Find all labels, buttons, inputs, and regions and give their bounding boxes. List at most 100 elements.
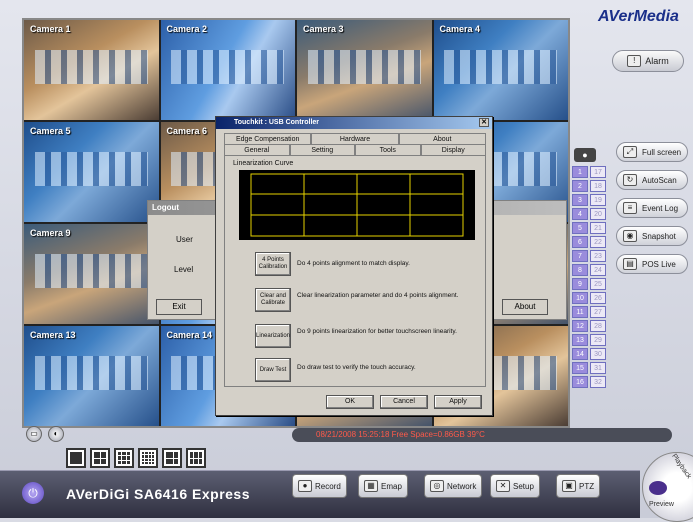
about-button[interactable]: About — [502, 299, 548, 315]
pos-icon: ▤ — [623, 258, 637, 270]
touchkit-dialog: Touchkit : USB Controller ✕ Edge Compens… — [215, 116, 493, 416]
camera-tile[interactable]: Camera 4 — [433, 20, 568, 120]
layout-16-button[interactable] — [138, 448, 158, 468]
layout-cell — [100, 452, 106, 458]
preview-label[interactable]: Preview — [649, 501, 674, 508]
playback-label[interactable]: Playback — [670, 453, 692, 480]
linearization-description: Do 9 points linearization for better tou… — [297, 328, 457, 335]
user-label: User — [176, 235, 193, 244]
camera-feed — [34, 152, 148, 186]
camera-tile[interactable]: Camera 13 — [24, 326, 159, 426]
channel-button[interactable]: 6 — [572, 236, 588, 248]
clear-and-calibrate-button[interactable]: Clear and Calibrate — [255, 288, 291, 312]
level-label: Level — [174, 265, 194, 274]
setup-label: Setup — [513, 481, 534, 491]
channel-button-disabled: 26 — [590, 292, 606, 304]
eventlog-icon: ≡ — [623, 202, 637, 214]
tab-tools[interactable]: Tools — [355, 144, 421, 155]
tab-about[interactable]: About — [398, 133, 486, 144]
record-label: Record — [315, 481, 341, 491]
camera-tile[interactable]: Camera 2 — [160, 20, 295, 120]
channel-button[interactable]: 10 — [572, 292, 588, 304]
tab-edge-compensation[interactable]: Edge Compensation — [224, 133, 312, 144]
tools-panel: Linearization Curve 4 Points Calibration… — [224, 155, 486, 387]
layout-13-button[interactable] — [186, 448, 206, 468]
full-screen-button[interactable]: ⤢ Full screen — [616, 142, 688, 162]
close-icon[interactable]: ✕ — [479, 118, 489, 127]
record-button[interactable]: ● Record — [292, 474, 347, 498]
camera-feed — [171, 50, 285, 84]
camera-icon: ◉ — [623, 230, 637, 242]
clear-and-calibrate-description: Clear linearization parameter and do 4 p… — [297, 292, 459, 299]
power-icon[interactable]: ⏻ — [22, 482, 44, 504]
draw-test-description: Do draw test to verify the touch accurac… — [297, 364, 416, 371]
setup-button[interactable]: ✕ Setup — [490, 474, 540, 498]
draw-test-button[interactable]: Draw Test — [255, 358, 291, 382]
network-label: Network — [447, 481, 477, 491]
snapshot-button[interactable]: ◉ Snapshot — [616, 226, 688, 246]
linearization-curve-title: Linearization Curve — [233, 160, 294, 167]
autoscan-button[interactable]: ↻ AutoScan — [616, 170, 688, 190]
layout-cell — [70, 452, 82, 464]
apply-button[interactable]: Apply — [434, 395, 482, 409]
emap-button[interactable]: ▦ Emap — [358, 474, 408, 498]
tab-display[interactable]: Display — [420, 144, 486, 155]
channel-button[interactable]: 3 — [572, 194, 588, 206]
channel-selector: 1 17 2 18 3 19 4 20 5 21 6 22 7 23 8 24 9 25 10 26 11 27 12 28 1… — [572, 166, 606, 388]
ok-button[interactable]: OK — [326, 395, 374, 409]
volume-icon[interactable]: ◐ — [48, 426, 64, 442]
tab-general[interactable]: General — [224, 144, 290, 155]
layout-cell — [94, 458, 100, 464]
channel-button[interactable]: 16 — [572, 376, 588, 388]
channel-button[interactable]: 13 — [572, 334, 588, 346]
channel-button[interactable]: 8 — [572, 264, 588, 276]
channel-button-disabled: 17 — [590, 166, 606, 178]
channel-button[interactable]: 15 — [572, 362, 588, 374]
camera-feed — [34, 50, 148, 84]
camera-label: Camera 5 — [30, 126, 71, 136]
channel-button[interactable]: 9 — [572, 278, 588, 290]
cancel-button[interactable]: Cancel — [380, 395, 428, 409]
channel-button[interactable]: 11 — [572, 306, 588, 318]
channel-button[interactable]: 12 — [572, 320, 588, 332]
layout-9-button[interactable] — [114, 448, 134, 468]
tab-setting[interactable]: Setting — [289, 144, 355, 155]
camera-label: Camera 9 — [30, 228, 71, 238]
pos-live-button[interactable]: ▤ POS Live — [616, 254, 688, 274]
camera-label: Camera 3 — [303, 24, 344, 34]
channel-button[interactable]: 7 — [572, 250, 588, 262]
mode-dial[interactable]: Playback Preview — [642, 452, 693, 522]
alarm-button[interactable]: ! Alarm — [612, 50, 684, 72]
linearization-button[interactable]: Linearization — [255, 324, 291, 348]
map-icon: ▦ — [364, 480, 378, 492]
channel-button[interactable]: 2 — [572, 180, 588, 192]
camera-label: Camera 4 — [439, 24, 481, 34]
full-screen-label: Full screen — [642, 147, 682, 157]
camera-selector-icon[interactable]: ● — [574, 148, 596, 162]
camera-feed — [444, 50, 558, 84]
camera-tile[interactable]: Camera 9 — [24, 224, 159, 324]
camera-feed — [307, 50, 421, 84]
layout-4-button[interactable] — [90, 448, 110, 468]
event-log-button[interactable]: ≡ Event Log — [616, 198, 688, 218]
layout-6-button[interactable] — [162, 448, 182, 468]
four-points-calibration-button[interactable]: 4 Points Calibration — [255, 252, 291, 276]
camera-tile[interactable]: Camera 3 — [297, 20, 432, 120]
monitor-icon[interactable]: ▭ — [26, 426, 42, 442]
layout-1-button[interactable] — [66, 448, 86, 468]
camera-tile[interactable]: Camera 1 — [24, 20, 159, 120]
channel-button[interactable]: 14 — [572, 348, 588, 360]
channel-button-disabled: 19 — [590, 194, 606, 206]
network-button[interactable]: ◎ Network — [424, 474, 483, 498]
alarm-icon: ! — [627, 55, 642, 67]
channel-button-disabled: 21 — [590, 222, 606, 234]
autoscan-icon: ↻ — [623, 174, 637, 186]
channel-button[interactable]: 4 — [572, 208, 588, 220]
channel-button[interactable]: 1 — [572, 166, 588, 178]
exit-button[interactable]: Exit — [156, 299, 202, 315]
channel-button[interactable]: 5 — [572, 222, 588, 234]
ptz-button[interactable]: ▣ PTZ — [556, 474, 601, 498]
touchkit-titlebar: Touchkit : USB Controller ✕ — [216, 117, 492, 129]
camera-tile[interactable]: Camera 5 — [24, 122, 159, 222]
tab-hardware[interactable]: Hardware — [311, 133, 399, 144]
